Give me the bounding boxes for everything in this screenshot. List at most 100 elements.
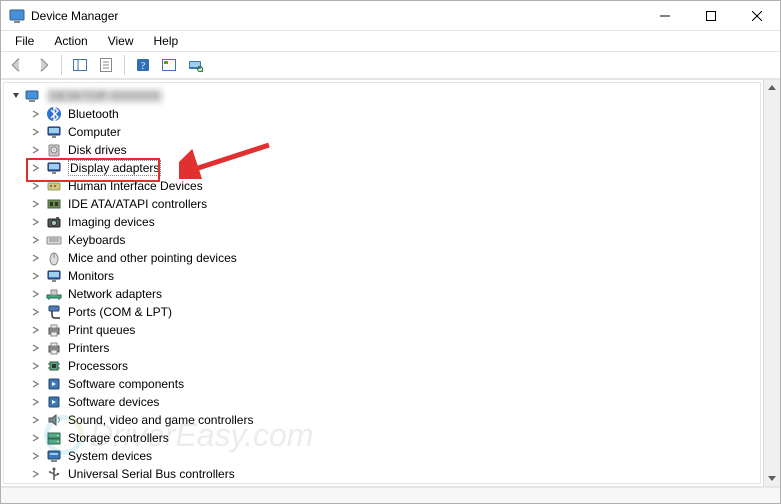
help-button[interactable]: ? (131, 53, 155, 77)
port-icon (46, 304, 62, 320)
content-area: DESKTOP-XXXXXX Bluetooth Computer Disk dri… (1, 79, 780, 487)
minimize-button[interactable] (642, 1, 688, 31)
action-button[interactable] (157, 53, 181, 77)
tree-node[interactable]: Imaging devices (4, 213, 760, 231)
tree-node[interactable]: Display adapters (4, 159, 760, 177)
chevron-right-icon[interactable] (30, 396, 42, 408)
tree-node-label: Bluetooth (68, 107, 119, 121)
software-icon (46, 394, 62, 410)
maximize-button[interactable] (688, 1, 734, 31)
tree-node[interactable]: Universal Serial Bus controllers (4, 465, 760, 483)
tree-node[interactable]: Software components (4, 375, 760, 393)
tree-node[interactable]: Ports (COM & LPT) (4, 303, 760, 321)
tree-node-label: System devices (68, 449, 152, 463)
tree-node[interactable]: Processors (4, 357, 760, 375)
tree-node[interactable]: Printers (4, 339, 760, 357)
forward-button[interactable] (31, 53, 55, 77)
chevron-right-icon[interactable] (30, 180, 42, 192)
tree-node-label: Processors (68, 359, 128, 373)
chevron-right-icon[interactable] (30, 234, 42, 246)
menu-action[interactable]: Action (46, 32, 95, 50)
tree-node-label: Software components (68, 377, 184, 391)
chevron-right-icon[interactable] (30, 342, 42, 354)
chevron-right-icon[interactable] (30, 432, 42, 444)
chevron-right-icon[interactable] (30, 450, 42, 462)
chevron-right-icon[interactable] (30, 108, 42, 120)
tree-node-label: Printers (68, 341, 109, 355)
chevron-right-icon[interactable] (30, 144, 42, 156)
tree-node[interactable]: Computer (4, 123, 760, 141)
tree-node-label: Mice and other pointing devices (68, 251, 237, 265)
tree-node[interactable]: Mice and other pointing devices (4, 249, 760, 267)
menu-file[interactable]: File (7, 32, 42, 50)
device-tree[interactable]: DESKTOP-XXXXXX Bluetooth Computer Disk dri… (3, 82, 761, 484)
chevron-right-icon[interactable] (30, 252, 42, 264)
monitor-icon (46, 124, 62, 140)
tree-node-label: Keyboards (68, 233, 125, 247)
tree-node[interactable]: System devices (4, 447, 760, 465)
tree-node-label: Display adapters (68, 160, 161, 176)
tree-node[interactable]: Network adapters (4, 285, 760, 303)
tree-node[interactable]: Bluetooth (4, 105, 760, 123)
chevron-down-icon[interactable] (10, 90, 22, 102)
tree-node-label: Sound, video and game controllers (68, 413, 253, 427)
chevron-right-icon[interactable] (30, 360, 42, 372)
tree-node[interactable]: Sound, video and game controllers (4, 411, 760, 429)
keyboard-icon (46, 232, 62, 248)
hid-icon (46, 178, 62, 194)
vertical-scrollbar[interactable] (763, 80, 780, 486)
tree-node[interactable]: Keyboards (4, 231, 760, 249)
chevron-right-icon[interactable] (30, 162, 42, 174)
tree-root[interactable]: DESKTOP-XXXXXX (4, 87, 760, 105)
chevron-right-icon[interactable] (30, 306, 42, 318)
chevron-right-icon[interactable] (30, 216, 42, 228)
storage-icon (46, 430, 62, 446)
tree-node-label: Ports (COM & LPT) (68, 305, 172, 319)
chevron-right-icon[interactable] (30, 414, 42, 426)
tree-node[interactable]: Print queues (4, 321, 760, 339)
computer-icon (24, 88, 40, 104)
tree-node-label: Storage controllers (68, 431, 169, 445)
root-label: DESKTOP-XXXXXX (46, 89, 163, 103)
software-icon (46, 376, 62, 392)
tree-node[interactable]: Storage controllers (4, 429, 760, 447)
imaging-icon (46, 214, 62, 230)
window-controls (642, 1, 780, 31)
chevron-right-icon[interactable] (30, 270, 42, 282)
tree-node-label: Disk drives (68, 143, 127, 157)
close-button[interactable] (734, 1, 780, 31)
chevron-right-icon[interactable] (30, 198, 42, 210)
printer-icon (46, 340, 62, 356)
tree-node[interactable]: Software devices (4, 393, 760, 411)
menu-help[interactable]: Help (146, 32, 187, 50)
tree-node[interactable]: Monitors (4, 267, 760, 285)
menu-view[interactable]: View (100, 32, 142, 50)
tree-node[interactable]: Disk drives (4, 141, 760, 159)
monitor-icon (46, 160, 62, 176)
properties-button[interactable] (94, 53, 118, 77)
sound-icon (46, 412, 62, 428)
tree-node-label: Network adapters (68, 287, 162, 301)
show-hide-tree-button[interactable] (68, 53, 92, 77)
statusbar (1, 487, 780, 503)
usb-icon (46, 466, 62, 482)
tree-node[interactable]: IDE ATA/ATAPI controllers (4, 195, 760, 213)
tree-node-label: Universal Serial Bus controllers (68, 467, 235, 481)
chevron-right-icon[interactable] (30, 324, 42, 336)
window-title: Device Manager (31, 9, 118, 23)
tree-node-label: Imaging devices (68, 215, 155, 229)
monitor-icon (46, 268, 62, 284)
scan-hardware-button[interactable] (183, 53, 207, 77)
tree-node-label: Print queues (68, 323, 135, 337)
ide-icon (46, 196, 62, 212)
chevron-right-icon[interactable] (30, 126, 42, 138)
tree-node-label: Human Interface Devices (68, 179, 203, 193)
chevron-right-icon[interactable] (30, 288, 42, 300)
tree-node-label: Monitors (68, 269, 114, 283)
chevron-right-icon[interactable] (30, 378, 42, 390)
chevron-right-icon[interactable] (30, 468, 42, 480)
system-icon (46, 448, 62, 464)
back-button[interactable] (5, 53, 29, 77)
printer-icon (46, 322, 62, 338)
tree-node[interactable]: Human Interface Devices (4, 177, 760, 195)
